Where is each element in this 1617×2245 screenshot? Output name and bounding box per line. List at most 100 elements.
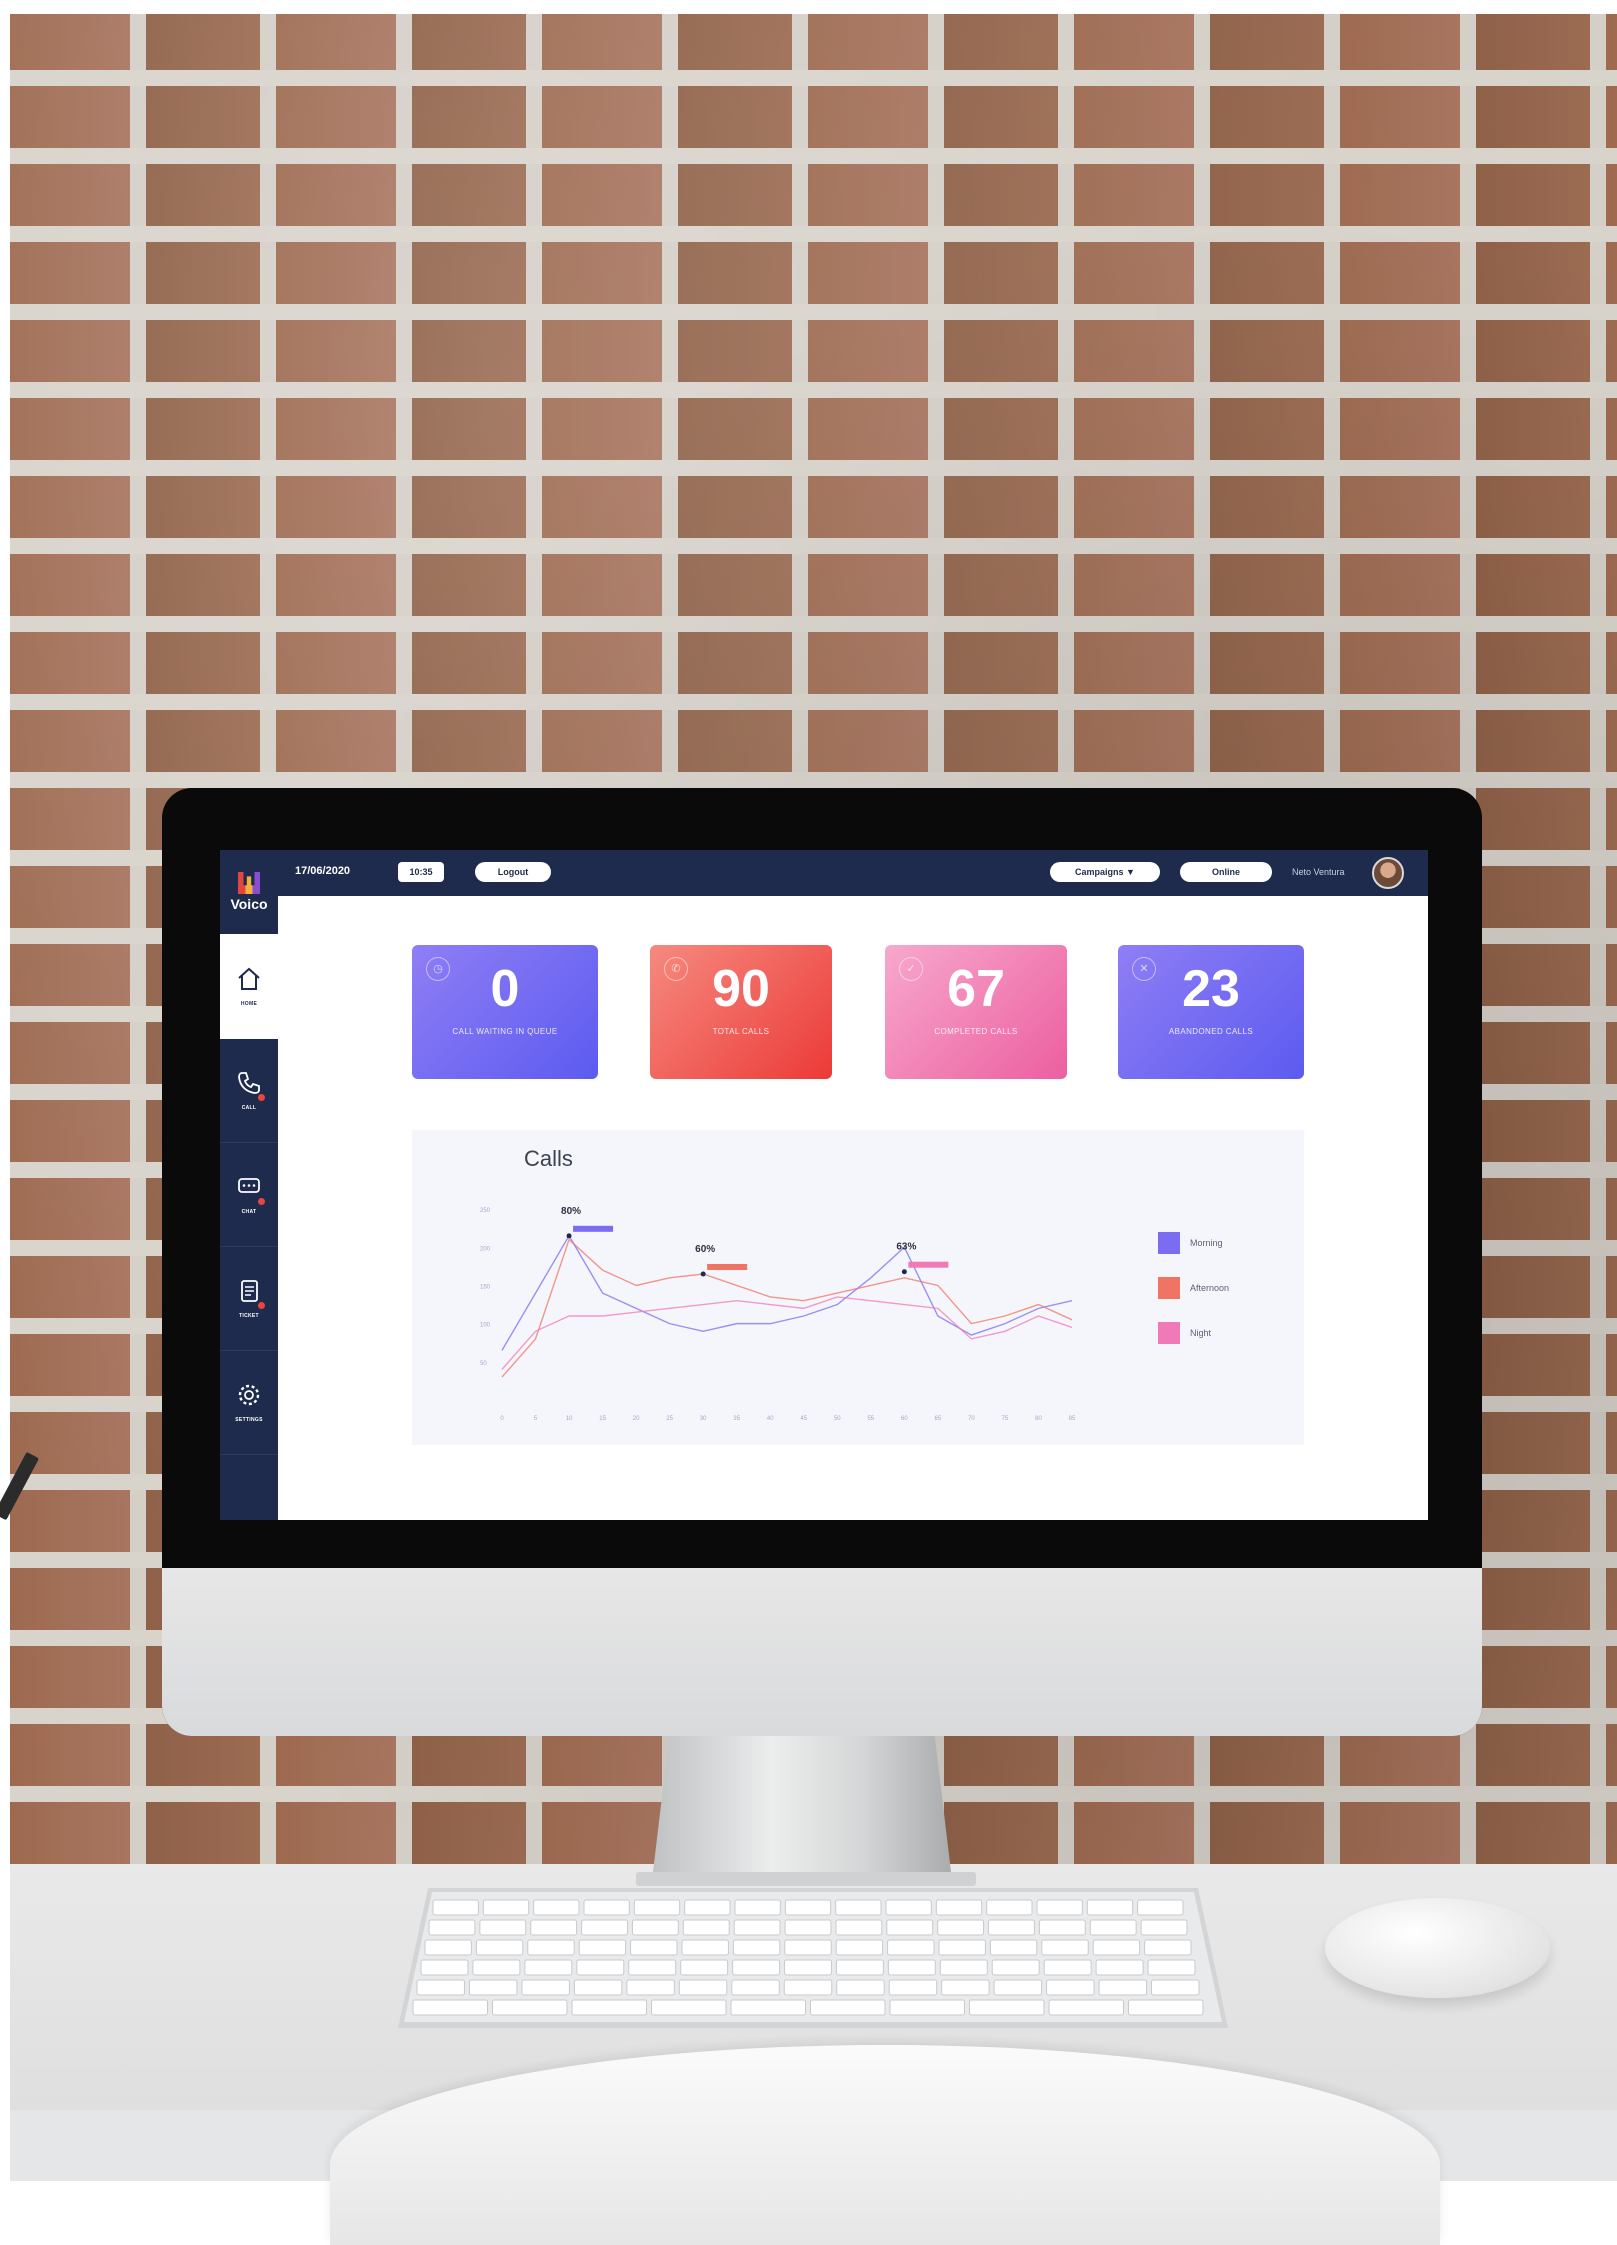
x-tick-label: 75 [1002,1416,1009,1422]
imac-stand [652,1730,952,1880]
keyboard-key [420,1959,469,1976]
status-toggle[interactable]: Online [1180,862,1272,882]
legend-item-night[interactable]: Night [1158,1322,1211,1344]
keyboard-key [479,1919,527,1936]
stat-card-abandoned[interactable]: ✕ 23 ABANDONED CALLS [1118,945,1304,1079]
stat-label: CALL WAITING IN QUEUE [452,1027,558,1036]
chart-title: Calls [524,1146,573,1171]
x-tick-label: 60 [901,1416,908,1422]
keyboard-key [533,1899,580,1916]
y-tick-label: 100 [480,1323,491,1329]
x-tick-label: 50 [834,1416,841,1422]
keyboard-key [969,1999,1045,2016]
keyboard-key [1041,1939,1089,1956]
keyboard-key [939,1959,988,1976]
keyboard-key [935,1899,983,1916]
legend-label: Night [1190,1328,1212,1338]
stat-card-completed[interactable]: ✓ 67 COMPLETED CALLS [885,945,1067,1079]
peak-point [566,1233,572,1239]
keyboard-key [732,1959,781,1976]
logout-button[interactable]: Logout [475,862,551,882]
sidebar-item-label: SETTINGS [235,1416,263,1423]
keyboard-key [1140,1919,1188,1936]
notification-dot [258,1093,265,1101]
sidebar-item-ticket[interactable]: TICKET [220,1246,278,1351]
stat-label: ABANDONED CALLS [1168,1027,1254,1036]
sidebar-item-settings[interactable]: SETTINGS [220,1350,278,1455]
legend-label: Afternoon [1190,1283,1230,1293]
home-icon [236,966,262,997]
keyboard-key [482,1899,530,1916]
x-tick-label: 0 [500,1416,504,1422]
keyboard-key [938,1939,986,1956]
keyboard-key [888,1979,938,1996]
sidebar-item-label: CHAT [241,1208,257,1215]
keyboard-key [784,1899,832,1916]
keyboard-key [492,1999,568,2016]
sidebar-item-chat[interactable]: CHAT [220,1142,278,1247]
keyboard-key [626,1979,675,1996]
close-icon: ✕ [1132,957,1156,981]
x-tick-label: 65 [935,1416,942,1422]
keyboard [398,1888,1228,2028]
campaigns-dropdown[interactable]: Campaigns ▼ [1050,862,1160,882]
y-tick-label: 150 [480,1284,491,1290]
keyboard-key [416,1979,465,1996]
keyboard-key [835,1959,884,1976]
logo: Voico [226,872,272,922]
x-tick-label: 5 [534,1416,538,1422]
stat-card-waiting[interactable]: ◷ 0 CALL WAITING IN QUEUE [412,945,598,1079]
keyboard-key [583,1899,630,1916]
user-name: Neto Ventura [1292,867,1345,877]
keyboard-key [1128,1999,1204,2016]
legend-item-morning[interactable]: Morning [1158,1232,1223,1254]
avatar[interactable] [1372,857,1404,889]
legend-swatch [1158,1232,1180,1254]
logo-text: Voico [230,896,268,912]
keyboard-key [573,1979,623,1996]
sidebar-item-home[interactable]: HOME [220,934,278,1039]
screen: 17/06/2020 10:35 Logout Campaigns ▼ Onli… [220,850,1428,1520]
legend-swatch [1158,1277,1180,1299]
keyboard-key [468,1979,518,1996]
keyboard-key [424,1939,472,1956]
keyboard-key [836,1979,885,1996]
keyboard-key [428,1919,476,1936]
gear-icon [236,1382,262,1413]
keyboard-key [1048,1999,1124,2016]
notification-dot [258,1301,265,1309]
sidebar-item-call[interactable]: CALL [220,1038,278,1143]
legend-item-afternoon[interactable]: Afternoon [1158,1277,1229,1299]
keyboard-key [835,1919,883,1936]
keyboard-key [1147,1959,1196,1976]
keyboard-key [734,1899,781,1916]
keyboard-key [733,1919,781,1936]
y-tick-label: 250 [480,1208,491,1214]
keyboard-key [682,1919,730,1936]
sidebar-item-label: TICKET [239,1312,259,1319]
y-tick-label: 50 [480,1361,487,1367]
keyboard-key [633,1899,681,1916]
peak-marker [908,1261,949,1268]
keyboard-key [578,1939,627,1956]
keyboard-key [432,1899,479,1916]
keyboard-key [475,1939,524,1956]
keyboard-key [731,1979,780,1996]
keyboard-key [571,1999,647,2016]
time-badge: 10:35 [398,862,444,882]
keyboard-key [784,1939,832,1956]
imac: 17/06/2020 10:35 Logout Campaigns ▼ Onli… [162,788,1482,1736]
x-tick-label: 40 [767,1416,774,1422]
keyboard-key [628,1959,677,1976]
peak-marker [707,1264,748,1270]
keyboard-key [810,1999,886,2016]
keyboard-key [941,1979,990,1996]
top-bar: 17/06/2020 10:35 Logout Campaigns ▼ Onli… [220,850,1428,896]
keyboard-key [993,1979,1043,1996]
keyboard-key [1098,1979,1148,1996]
x-tick-label: 30 [700,1416,707,1422]
chat-icon [236,1174,265,1205]
keyboard-key [581,1919,628,1936]
keyboard-key [988,1919,1035,1936]
stat-card-total[interactable]: ✆ 90 TOTAL CALLS [650,945,832,1079]
